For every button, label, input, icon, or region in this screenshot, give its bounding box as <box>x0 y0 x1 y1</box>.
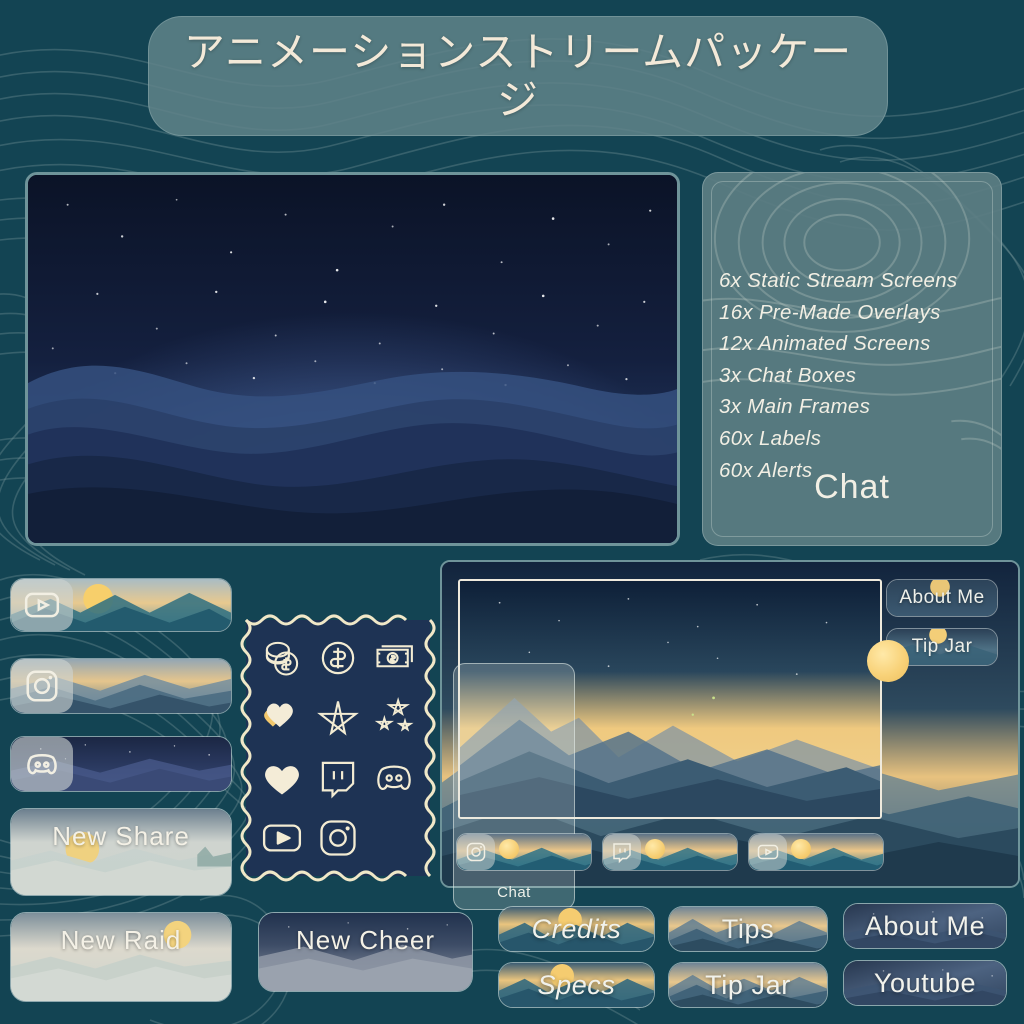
alert-new-share[interactable]: New Share <box>10 808 232 896</box>
button-specs[interactable]: Specs <box>498 962 655 1008</box>
sticker-sheet <box>238 612 438 884</box>
features-chat-label: Chat <box>814 468 890 506</box>
main-stream-screen-preview <box>25 172 680 546</box>
overlay-about-me-button[interactable]: About Me <box>886 579 998 617</box>
button-about-me[interactable]: About Me <box>843 903 1007 949</box>
instagram-icon <box>457 834 495 870</box>
label-instagram[interactable] <box>10 658 232 714</box>
feature-item: 6x Static Stream Screens <box>719 269 958 292</box>
feature-item: 12x Animated Screens <box>719 332 931 356</box>
button-label: About Me <box>864 910 986 941</box>
overlay-chat-box[interactable]: Chat <box>453 663 575 910</box>
youtube-icon <box>749 834 787 870</box>
discord-icon <box>11 737 73 791</box>
coins-icon[interactable] <box>260 636 304 680</box>
heart-filled-icon[interactable] <box>260 756 304 800</box>
button-youtube[interactable]: Youtube <box>843 960 1007 1006</box>
sun-dot <box>499 839 519 859</box>
alert-label: New Share <box>52 821 190 851</box>
alert-label: New Cheer <box>295 925 436 955</box>
label-youtube[interactable] <box>10 578 232 632</box>
overlay-sun-accent <box>867 640 909 682</box>
button-tip-jar[interactable]: Tip Jar <box>668 962 828 1008</box>
dollar-circle-icon[interactable] <box>316 636 360 680</box>
discord-icon[interactable] <box>372 756 416 800</box>
night-mountain-art <box>28 175 677 543</box>
overlay-chat-label: Chat <box>497 884 531 901</box>
button-label: Credits <box>531 913 622 944</box>
page-header: アニメーションストリームパッケージ <box>148 16 888 136</box>
button-label: Tip Jar <box>705 969 791 1000</box>
overlay-label-instagram[interactable] <box>456 833 592 871</box>
overlay-label-twitch[interactable] <box>602 833 738 871</box>
instagram-icon[interactable] <box>316 816 360 860</box>
overlay-button-label: Tip Jar <box>911 636 973 657</box>
alert-label: New Raid <box>60 925 182 955</box>
label-discord[interactable] <box>10 736 232 792</box>
button-credits[interactable]: Credits <box>498 906 655 952</box>
youtube-icon <box>11 579 73 631</box>
feature-item: 3x Chat Boxes <box>719 363 857 387</box>
features-list: 6x Static Stream Screens 16x Pre-Made Ov… <box>719 265 994 486</box>
sun-dot <box>645 839 665 859</box>
overlay-label-youtube[interactable] <box>748 833 884 871</box>
overlay-button-label: About Me <box>899 587 985 608</box>
youtube-icon[interactable] <box>260 816 304 860</box>
banknote-icon[interactable] <box>372 636 416 680</box>
twitch-icon[interactable] <box>316 756 360 800</box>
features-panel: 6x Static Stream Screens 16x Pre-Made Ov… <box>702 172 1002 546</box>
button-tips[interactable]: Tips <box>668 906 828 952</box>
twitch-icon <box>603 834 641 870</box>
alert-new-raid[interactable]: New Raid <box>10 912 232 1002</box>
button-label: Tips <box>721 913 775 944</box>
button-label: Specs <box>537 969 616 1000</box>
triple-star-icon[interactable] <box>372 696 416 740</box>
star-outline-icon[interactable] <box>316 696 360 740</box>
button-label: Youtube <box>873 967 977 998</box>
alert-new-cheer[interactable]: New Cheer <box>258 912 473 992</box>
page-title: アニメーションストリームパッケージ <box>183 28 853 123</box>
instagram-icon <box>11 659 73 713</box>
sun-dot <box>791 839 811 859</box>
double-heart-icon[interactable] <box>260 696 304 740</box>
feature-item: 3x Main Frames <box>719 395 871 419</box>
feature-item: 16x Pre-Made Overlays <box>719 300 941 324</box>
feature-item: 60x Labels <box>719 426 822 450</box>
